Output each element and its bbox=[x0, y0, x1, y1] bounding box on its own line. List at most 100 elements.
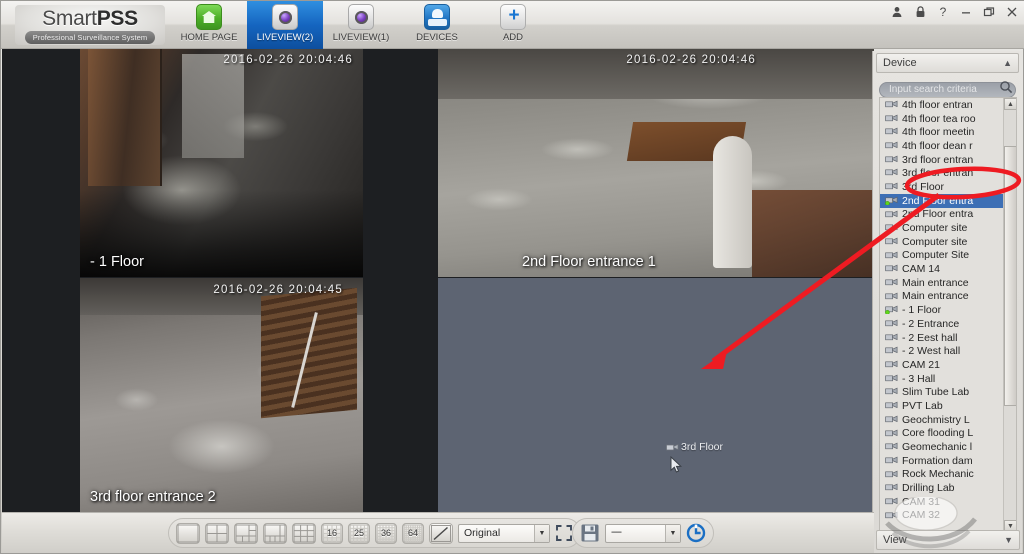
device-tree-item[interactable]: 3rd floor entran bbox=[880, 166, 1004, 180]
device-tree-item[interactable]: CAM 21 bbox=[880, 358, 1004, 372]
device-tree-item[interactable]: CAM 14 bbox=[880, 262, 1004, 276]
device-tree-item[interactable]: Rock Mechanic bbox=[880, 468, 1004, 482]
video-timestamp-1: 2016-02-26 20:04:46 bbox=[223, 54, 353, 66]
layout-16-label: 16 bbox=[326, 528, 337, 538]
view-panel-header[interactable]: View ▼ bbox=[876, 530, 1020, 550]
device-tree-item[interactable]: Geochmistry L bbox=[880, 413, 1004, 427]
device-tree-item[interactable]: Geomechanic l bbox=[880, 440, 1004, 454]
device-tree-item-label: Geochmistry L bbox=[902, 413, 970, 426]
nav-item-add[interactable]: ADD bbox=[475, 1, 551, 49]
device-tree-item[interactable]: Core flooding L bbox=[880, 427, 1004, 441]
search-icon[interactable] bbox=[999, 80, 1013, 94]
minimize-button[interactable] bbox=[959, 5, 973, 19]
device-tree-item[interactable]: Slim Tube Lab bbox=[880, 385, 1004, 399]
layout-controls-group: 16 25 36 64 Original ▼ bbox=[168, 518, 581, 548]
drag-ghost-label: 3rd Floor bbox=[681, 441, 724, 453]
device-tree-vscrollbar[interactable]: ▲ ▼ bbox=[1003, 98, 1016, 532]
device-tree-item[interactable]: 4th floor dean r bbox=[880, 139, 1004, 153]
edit-layout-button[interactable] bbox=[429, 522, 453, 544]
device-tree-item[interactable]: - 3 Hall bbox=[880, 372, 1004, 386]
device-tree-item[interactable]: Main entrance bbox=[880, 290, 1004, 304]
device-tree-item-label: Main entrance bbox=[902, 276, 969, 289]
camera-icon bbox=[885, 305, 898, 315]
chevron-down-icon[interactable]: ▼ bbox=[665, 524, 680, 542]
layout-25-button[interactable]: 25 bbox=[348, 522, 370, 544]
device-tree-item-label: 4th floor meetin bbox=[902, 126, 975, 139]
device-tree-item[interactable]: Formation dam bbox=[880, 454, 1004, 468]
device-tree-item[interactable]: Computer Site bbox=[880, 249, 1004, 263]
device-tree-item-label: Drilling Lab bbox=[902, 482, 955, 495]
device-tree-item[interactable]: PVT Lab bbox=[880, 399, 1004, 413]
device-tree-item[interactable]: - 1 Floor bbox=[880, 303, 1004, 317]
device-tree-item-label: 4th floor entran bbox=[902, 98, 973, 111]
device-tree-item[interactable]: Computer site bbox=[880, 235, 1004, 249]
camera-icon bbox=[885, 511, 898, 518]
nav-item-liveview-2[interactable]: LIVEVIEW(2) bbox=[247, 1, 323, 49]
device-tree-item[interactable]: - 2 Eest hall bbox=[880, 331, 1004, 345]
fullscreen-icon[interactable] bbox=[555, 524, 573, 542]
video-cell-3[interactable]: 2016-02-26 20:04:45 3rd floor entrance 2 bbox=[80, 278, 363, 512]
device-tree-item[interactable]: 2nd Floor entra bbox=[880, 193, 1004, 208]
aspect-ratio-select[interactable]: Original ▼ bbox=[458, 523, 550, 543]
device-tree-item[interactable]: CAM 31 bbox=[880, 495, 1004, 509]
restore-button[interactable] bbox=[982, 5, 996, 19]
layout-36-button[interactable]: 36 bbox=[375, 522, 397, 544]
device-tree-item-label: - 3 Hall bbox=[902, 372, 936, 385]
camera-icon bbox=[348, 4, 374, 30]
search-input[interactable] bbox=[879, 81, 1016, 98]
layout-8-button[interactable] bbox=[263, 522, 287, 544]
nav-item-home-page[interactable]: HOME PAGE bbox=[171, 1, 247, 49]
device-tree-item[interactable]: Computer site bbox=[880, 221, 1004, 235]
device-tree-item[interactable]: 3rd floor entran bbox=[880, 153, 1004, 167]
device-tree-item[interactable]: - 2 Entrance bbox=[880, 317, 1004, 331]
device-tree-item[interactable]: 4th floor entran bbox=[880, 98, 1004, 112]
nav-item-devices[interactable]: DEVICES bbox=[399, 1, 475, 49]
device-tree-item[interactable]: 2nd Floor entra bbox=[880, 208, 1004, 222]
device-tree-item[interactable]: 3rd Floor bbox=[880, 180, 1004, 194]
device-tree-item[interactable]: - 2 West hall bbox=[880, 344, 1004, 358]
device-tree-item-label: Core flooding L bbox=[902, 427, 974, 440]
camera-icon bbox=[885, 292, 898, 299]
lock-icon[interactable] bbox=[913, 5, 927, 19]
save-icon[interactable] bbox=[580, 523, 600, 543]
video-cell-2[interactable]: 2016-02-26 20:04:46 2nd Floor entrance 1 bbox=[438, 49, 874, 277]
video-cell-1[interactable]: 2016-02-26 20:04:46 - 1 Floor bbox=[80, 49, 363, 277]
layout-9-button[interactable] bbox=[292, 522, 316, 544]
device-tree-item[interactable]: CAM 32 bbox=[880, 509, 1004, 523]
device-tree-item-label: 2nd Floor entra bbox=[902, 194, 974, 207]
device-tree-item[interactable]: 4th floor meetin bbox=[880, 125, 1004, 139]
nav-label-home-page: HOME PAGE bbox=[180, 32, 238, 43]
device-tree-item[interactable]: Drilling Lab bbox=[880, 481, 1004, 495]
device-tree-item[interactable]: 4th floor tea roo bbox=[880, 112, 1004, 126]
video-label-1: - 1 Floor bbox=[90, 254, 144, 270]
device-tree-item-label: Slim Tube Lab bbox=[902, 386, 970, 399]
video-stream-1 bbox=[80, 49, 363, 277]
device-tree-item[interactable]: Main entrance bbox=[880, 276, 1004, 290]
layout-16-button[interactable]: 16 bbox=[321, 522, 343, 544]
nav-label-liveview-2: LIVEVIEW(2) bbox=[256, 32, 314, 43]
layout-1-button[interactable] bbox=[176, 522, 200, 544]
layout-64-button[interactable]: 64 bbox=[402, 522, 424, 544]
vscroll-thumb[interactable] bbox=[1004, 146, 1016, 406]
device-tree-item-label: CAM 32 bbox=[902, 509, 940, 522]
layout-4-button[interactable] bbox=[205, 522, 229, 544]
window-controls: ? bbox=[890, 3, 1019, 21]
layout-6-button[interactable] bbox=[234, 522, 258, 544]
user-icon[interactable] bbox=[890, 5, 904, 19]
camera-icon bbox=[885, 278, 898, 286]
preset-select[interactable]: ---- ▼ bbox=[605, 523, 681, 543]
scroll-up-button[interactable]: ▲ bbox=[1004, 98, 1016, 110]
help-icon[interactable]: ? bbox=[936, 5, 950, 19]
close-button[interactable] bbox=[1005, 5, 1019, 19]
device-tree-list[interactable]: 4th floor entran 4th floor tea roo 4th flo… bbox=[880, 98, 1004, 532]
device-tree-item-label: 3rd floor entran bbox=[902, 153, 974, 166]
nav-item-liveview-1[interactable]: LIVEVIEW(1) bbox=[323, 1, 399, 49]
camera-icon bbox=[885, 155, 898, 162]
refresh-icon[interactable] bbox=[686, 523, 706, 543]
video-cell-4-empty[interactable]: 3rd Floor bbox=[438, 278, 874, 512]
camera-icon bbox=[885, 374, 898, 381]
device-tree-item-label: 3rd Floor bbox=[902, 180, 945, 193]
device-tree-item-label: 4th floor dean r bbox=[902, 139, 973, 152]
device-panel-header[interactable]: Device ▲ bbox=[876, 53, 1019, 73]
chevron-down-icon[interactable]: ▼ bbox=[534, 524, 549, 542]
